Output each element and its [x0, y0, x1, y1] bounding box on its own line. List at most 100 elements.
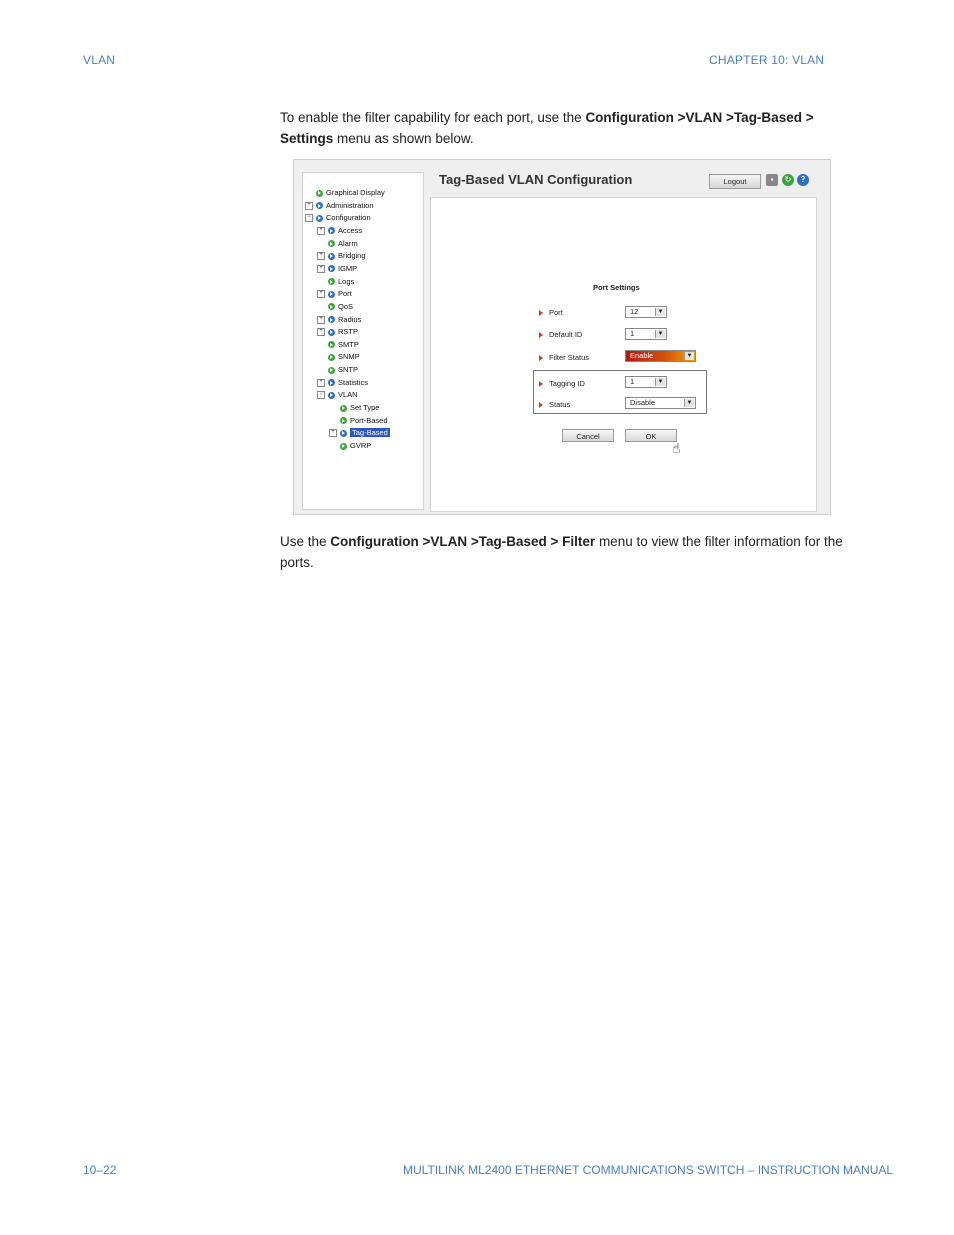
tree-item-set-type[interactable]: Set Type — [329, 402, 379, 414]
logout-button[interactable]: Logout — [709, 174, 761, 189]
status-select-value: Disable — [630, 398, 656, 407]
blue-arrow-icon — [328, 328, 335, 336]
chevron-down-icon: ▼ — [684, 352, 694, 360]
blue-arrow-icon — [316, 214, 323, 222]
manual-title: MULTILINK ML2400 ETHERNET COMMUNICATIONS… — [403, 1163, 894, 1177]
ok-button[interactable]: OK — [625, 429, 677, 442]
collapse-icon[interactable]: − — [317, 391, 325, 400]
tree-item-label: VLAN — [338, 390, 358, 400]
tree-item-igmp[interactable]: + IGMP — [317, 263, 357, 275]
status-row: Status — [539, 400, 570, 409]
tagging-id-label: Tagging ID — [549, 379, 585, 388]
port-select-value: 12 — [630, 307, 639, 316]
help-icon[interactable]: ? — [797, 174, 809, 186]
expand-icon[interactable]: + — [305, 201, 313, 210]
tree-item-label: Access — [338, 225, 363, 235]
tree-item-logs[interactable]: Logs — [317, 276, 354, 288]
tree-item-label: RSTP — [338, 327, 359, 337]
running-header-section: VLAN — [83, 53, 116, 67]
tagging-id-select[interactable]: 1 ▼ — [625, 376, 667, 388]
tree-item-port[interactable]: + Port — [317, 288, 352, 300]
expand-icon[interactable]: + — [317, 315, 325, 324]
expand-icon[interactable]: + — [317, 264, 325, 273]
tree-item-configuration[interactable]: − Configuration — [305, 212, 371, 224]
refresh-icon[interactable]: ↻ — [782, 174, 794, 186]
tree-item-bridging[interactable]: + Bridging — [317, 250, 366, 262]
tree-item-administration[interactable]: + Administration — [305, 200, 374, 212]
tree-item-label: Graphical Display — [326, 188, 385, 197]
settings-panel: Port Settings Port 12 ▼ Default ID 1 ▼ Fil… — [430, 197, 817, 512]
tree-item-label: SNMP — [338, 352, 360, 362]
expand-icon[interactable]: + — [317, 226, 325, 235]
tree-item-label: Radius — [338, 314, 362, 324]
page-number: 10–22 — [83, 1163, 117, 1177]
bullet-arrow-icon — [539, 355, 543, 362]
tree-item-label: IGMP — [338, 263, 358, 273]
expand-icon[interactable]: + — [317, 328, 325, 337]
tree-item-label: Alarm — [338, 238, 358, 248]
bullet-arrow-icon — [539, 402, 543, 409]
blue-arrow-icon — [328, 252, 335, 260]
port-label: Port — [549, 308, 563, 317]
expand-icon[interactable]: + — [329, 429, 337, 438]
tree-item-smtp[interactable]: SMTP — [317, 339, 359, 351]
tagging-id-select-value: 1 — [630, 377, 635, 386]
tree-item-rstp[interactable]: + RSTP — [317, 326, 358, 338]
status-select[interactable]: Disable ▼ — [625, 397, 696, 409]
tree-item-label: Port-Based — [350, 415, 388, 425]
port-select[interactable]: 12 ▼ — [625, 306, 667, 318]
tree-item-label: Configuration — [326, 213, 371, 223]
chevron-down-icon: ▼ — [655, 330, 665, 338]
tree-item-access[interactable]: + Access — [317, 225, 362, 237]
tree-item-port-based[interactable]: Port-Based — [329, 415, 388, 427]
save-icon[interactable]: ▪ — [766, 174, 778, 186]
tree-item-label: SNTP — [338, 365, 359, 375]
green-arrow-icon — [340, 442, 347, 450]
blue-arrow-icon — [328, 227, 335, 235]
green-arrow-icon — [316, 189, 323, 197]
default-id-label: Default ID — [549, 330, 583, 339]
expand-icon[interactable]: + — [317, 252, 325, 261]
green-arrow-icon — [340, 404, 347, 412]
running-header-chapter: CHAPTER 10: VLAN — [709, 53, 825, 67]
tree-item-statistics[interactable]: + Statistics — [317, 377, 368, 389]
bullet-arrow-icon — [539, 332, 543, 339]
blue-arrow-icon — [328, 316, 335, 324]
navigation-tree: Graphical Display + Administration − Configu… — [302, 172, 424, 510]
tree-item-gvrp[interactable]: GVRP — [329, 440, 371, 452]
outro-paragraph: Use the Configuration >VLAN >Tag-Based >… — [280, 531, 845, 573]
green-arrow-icon — [328, 341, 335, 349]
tree-item-snmp[interactable]: SNMP — [317, 351, 360, 363]
tree-item-graphical-display[interactable]: Graphical Display — [305, 187, 385, 199]
intro-text-post: menu as shown below. — [333, 131, 474, 146]
expand-icon[interactable]: + — [317, 378, 325, 387]
default-id-row: Default ID — [539, 330, 582, 339]
green-arrow-icon — [328, 353, 335, 361]
cancel-button[interactable]: Cancel — [562, 429, 614, 442]
default-id-select[interactable]: 1 ▼ — [625, 328, 667, 340]
tree-item-vlan[interactable]: − VLAN — [317, 389, 358, 401]
collapse-icon[interactable]: − — [305, 214, 313, 223]
filter-status-select[interactable]: Enable ▼ — [625, 350, 696, 362]
screenshot-figure: Graphical Display + Administration − Configu… — [293, 159, 831, 515]
tree-item-qos[interactable]: QoS — [317, 301, 353, 313]
outro-text-pre: Use the — [280, 534, 331, 549]
tree-item-sntp[interactable]: SNTP — [317, 364, 358, 376]
tree-item-alarm[interactable]: Alarm — [317, 238, 358, 250]
green-arrow-icon — [340, 417, 347, 425]
filter-status-row: Filter Status — [539, 353, 589, 362]
tree-item-label: Port — [338, 289, 352, 299]
tagging-id-row: Tagging ID — [539, 379, 585, 388]
expand-icon[interactable]: + — [317, 290, 325, 299]
bullet-arrow-icon — [539, 310, 543, 317]
tree-item-tag-based[interactable]: + Tag-Based — [329, 427, 390, 439]
tree-item-label: QoS — [338, 301, 354, 311]
green-arrow-icon — [328, 240, 335, 248]
blue-arrow-icon — [316, 202, 323, 210]
tree-item-radius[interactable]: + Radius — [317, 314, 361, 326]
tree-item-label: SMTP — [338, 339, 359, 349]
blue-arrow-icon — [328, 265, 335, 273]
tree-item-label: Logs — [338, 276, 355, 286]
outro-menu-path: Configuration >VLAN >Tag-Based > Filter — [330, 534, 596, 549]
port-row: Port — [539, 308, 563, 317]
